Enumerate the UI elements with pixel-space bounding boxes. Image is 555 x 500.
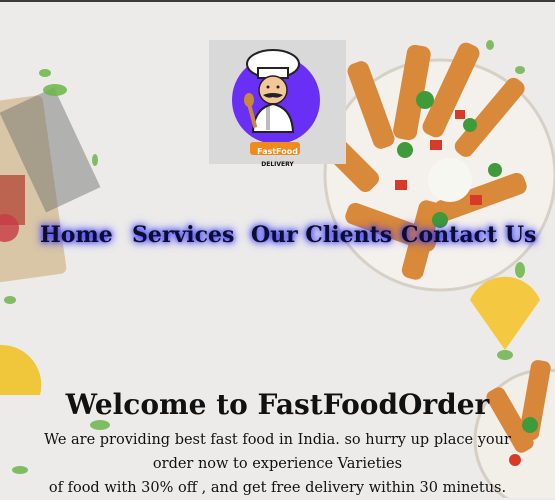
logo-text-fastfood: FastFood (257, 147, 298, 156)
nav-services-link[interactable]: Services (132, 222, 234, 248)
lemon-right (470, 276, 540, 350)
nav-home-link[interactable]: Home (40, 222, 113, 248)
logo-text-delivery: DELIVERY (261, 161, 294, 168)
page-title: Welcome to FastFoodOrder (65, 388, 490, 421)
nav-contact-us-link[interactable]: Contact Us (401, 222, 536, 248)
brand-logo[interactable]: FastFood DELIVERY (209, 40, 346, 168)
description-line-3: of food with 30% off , and get free deli… (48, 480, 507, 496)
main-nav: Home Services Our Clients Contact Us (0, 222, 555, 254)
hero-description: We are providing best fast food in India… (40, 428, 515, 500)
description-line-1: We are providing best fast food in India… (44, 432, 511, 448)
description-line-2: order now to experience Varieties (152, 456, 403, 472)
nav-our-clients-link[interactable]: Our Clients (251, 222, 392, 248)
cutting-board (0, 87, 101, 284)
